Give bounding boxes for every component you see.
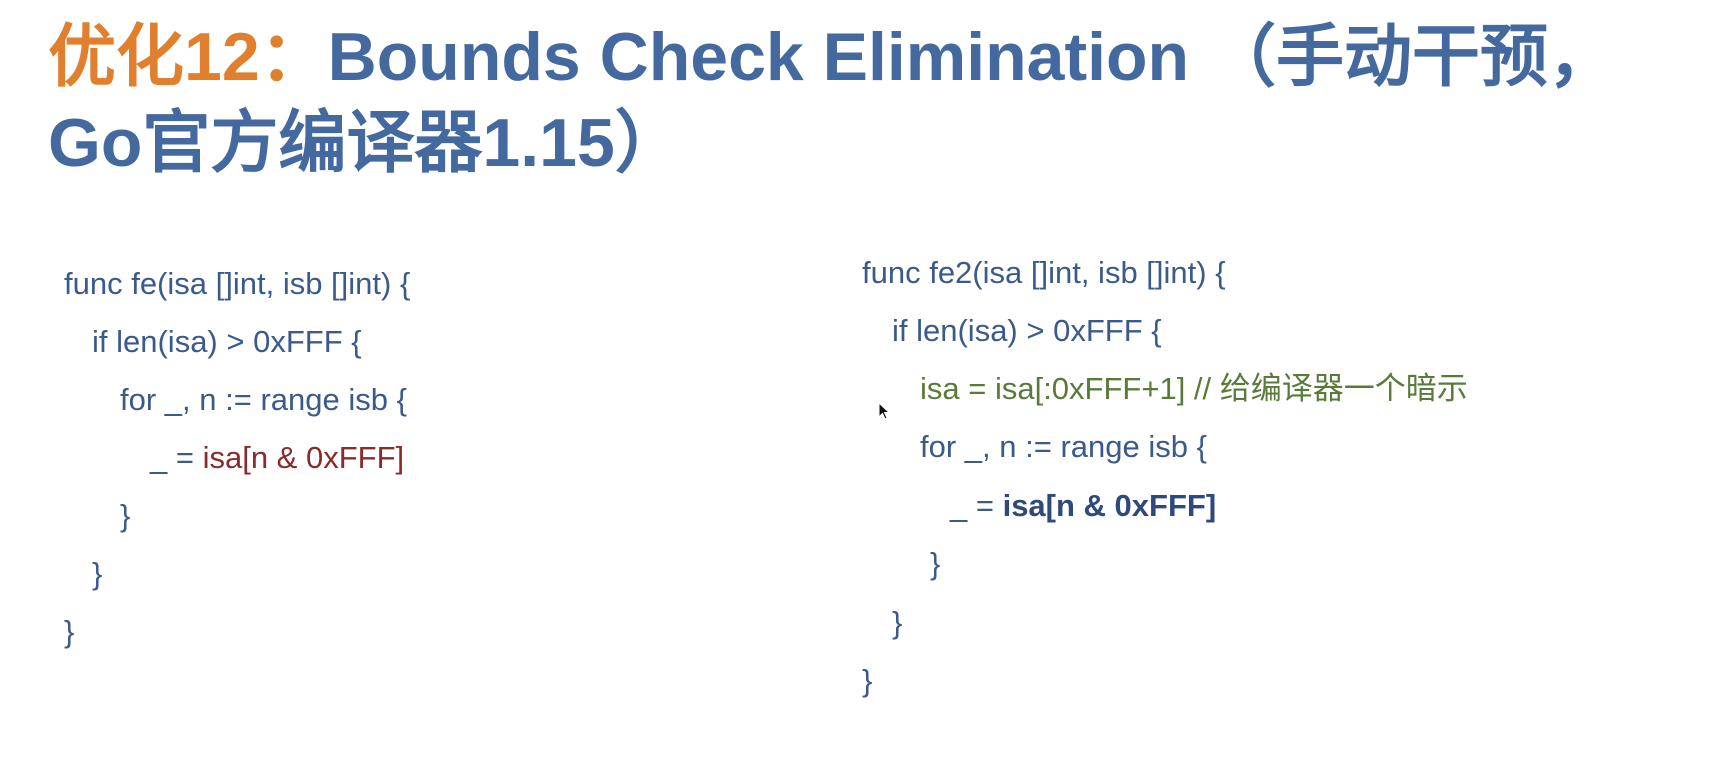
code-line: } xyxy=(862,663,873,698)
code-line: } xyxy=(64,614,75,649)
slide: 优化12：Bounds Check Elimination （手动干预，Go官方… xyxy=(0,0,1712,766)
code-line: func fe(isa []int, isb []int) { xyxy=(64,266,411,301)
mouse-cursor-icon xyxy=(878,402,890,420)
code-line: func fe2(isa []int, isb []int) { xyxy=(862,255,1226,290)
code-assign-prefix: _ = xyxy=(150,440,203,475)
code-line: for _, n := range isb { xyxy=(120,382,407,417)
slide-title: 优化12：Bounds Check Elimination （手动干预，Go官方… xyxy=(48,14,1688,186)
code-line: } xyxy=(120,498,131,533)
code-line: _ = isa[n & 0xFFF] xyxy=(950,486,1216,526)
code-hint-line: isa = isa[:0xFFF+1] // 给编译器一个暗示 xyxy=(920,371,1468,406)
code-index-expr: isa[n & 0xFFF] xyxy=(202,440,405,475)
code-block-fe2: func fe2(isa []int, isb []int) { if len(… xyxy=(862,253,1662,753)
code-line: } xyxy=(92,556,103,591)
code-line: if len(isa) > 0xFFF { xyxy=(92,324,362,359)
code-block-fe: func fe(isa []int, isb []int) { if len(i… xyxy=(64,264,704,704)
code-line: } xyxy=(930,546,941,581)
code-line: for _, n := range isb { xyxy=(920,429,1207,464)
code-line: if len(isa) > 0xFFF { xyxy=(892,313,1162,348)
code-line: } xyxy=(892,605,903,640)
code-assign-prefix: _ = xyxy=(950,488,1003,523)
title-accent: 优化12： xyxy=(48,19,328,95)
code-line: _ = isa[n & 0xFFF] xyxy=(150,438,404,478)
code-index-expr: isa[n & 0xFFF] xyxy=(1002,488,1217,523)
